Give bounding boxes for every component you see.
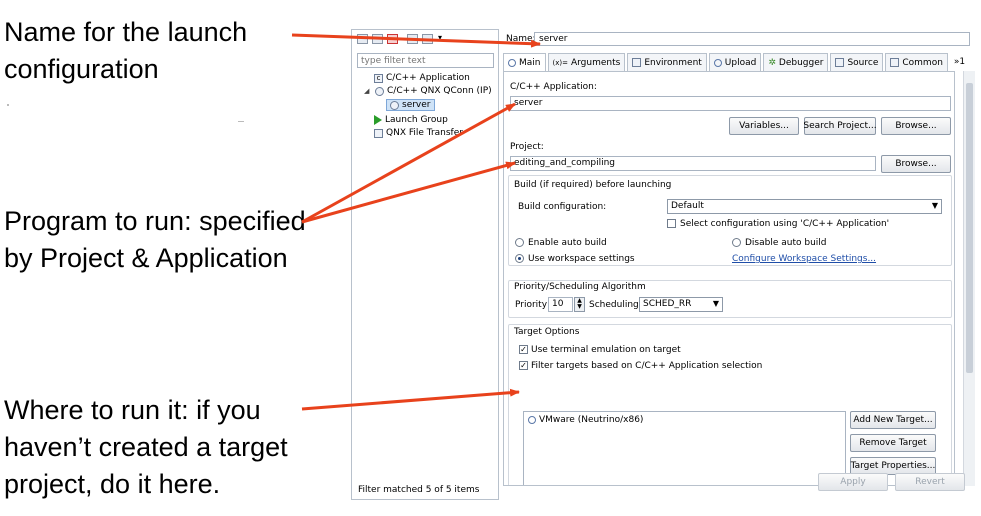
target-list[interactable]: VMware (Neutrino/x86) [523, 411, 846, 485]
scheduling-select[interactable]: SCHED_RR ▼ [639, 297, 723, 312]
tab-source[interactable]: Source [830, 53, 884, 71]
common-icon [890, 58, 900, 67]
tree-item-label: QNX File Transfer [386, 128, 463, 138]
tree-item-label: C/C++ QNX QConn (IP) [387, 86, 492, 96]
target-options-title: Target Options [514, 327, 580, 337]
tree-expand-icon[interactable]: ◢ [364, 87, 372, 95]
tree-item-label: Launch Group [385, 115, 448, 125]
priority-spinner[interactable]: ▲ ▼ [574, 297, 585, 312]
browse-project-button[interactable]: Browse... [881, 155, 951, 173]
add-target-button[interactable]: Add New Target... [850, 411, 936, 429]
c-file-icon: c [374, 73, 383, 83]
delete-config-icon[interactable] [387, 34, 398, 44]
annotation-program-to-run: Program to run: specified by Project & A… [4, 206, 306, 273]
priority-input[interactable]: 10 [548, 297, 573, 312]
tree-item-label: server [402, 100, 431, 110]
project-input[interactable]: editing_and_compiling [510, 156, 876, 171]
qnx-launch-icon [375, 86, 384, 96]
build-group-title: Build (if required) before launching [514, 180, 672, 190]
apply-button[interactable]: Apply [818, 473, 888, 491]
build-config-label: Build configuration: [518, 202, 607, 212]
upload-icon [713, 58, 722, 67]
new-config-icon[interactable] [357, 34, 368, 44]
tree-item-launch-group[interactable]: Launch Group [374, 115, 448, 125]
chevron-down-icon[interactable]: ▾ [438, 33, 442, 42]
tree-item-server[interactable]: server [386, 99, 435, 111]
config-tabs: Main (x)= Arguments Environment Upload ✲ D… [503, 53, 973, 71]
tree-item-qnx-qconn[interactable]: ◢ C/C++ QNX QConn (IP) [364, 86, 492, 96]
main-tab-content: C/C++ Application: server Variables... S… [503, 71, 955, 486]
collapse-all-icon[interactable] [407, 34, 418, 44]
variables-button[interactable]: Variables... [729, 117, 799, 135]
priority-label: Priority [515, 300, 548, 310]
filter-targets-label: Filter targets based on C/C++ Applicatio… [531, 361, 763, 371]
target-icon [528, 416, 536, 424]
bug-icon: ✲ [768, 57, 776, 68]
main-tab-icon [508, 58, 516, 67]
tab-upload[interactable]: Upload [708, 53, 762, 71]
annotation-where-to-run: Where to run it: if you haven’t created … [4, 395, 288, 499]
tab-arguments[interactable]: (x)= Arguments [547, 53, 626, 71]
enable-auto-build-label: Enable auto build [528, 238, 607, 248]
run-icon [374, 115, 382, 125]
terminal-emulation-label: Use terminal emulation on target [531, 345, 681, 355]
project-label: Project: [510, 142, 544, 152]
use-workspace-settings-label: Use workspace settings [528, 254, 635, 264]
tab-environment[interactable]: Environment [627, 53, 707, 71]
launch-config-editor: Name: server Main (x)= Arguments Environm… [503, 29, 975, 500]
chevron-down-icon: ▼ [712, 299, 719, 308]
file-transfer-icon [374, 128, 383, 138]
filter-input[interactable] [357, 53, 494, 68]
stray-mark [7, 104, 9, 106]
source-icon [835, 58, 845, 67]
filter-targets-checkbox[interactable]: ✓ [519, 361, 528, 370]
use-workspace-settings-radio[interactable] [515, 254, 524, 263]
scroll-thumb[interactable] [966, 83, 973, 373]
environment-icon [632, 58, 642, 67]
tab-overflow[interactable]: »1 [950, 53, 969, 71]
revert-button[interactable]: Revert [895, 473, 965, 491]
browse-app-button[interactable]: Browse... [881, 117, 951, 135]
launch-config-tree-pane: ▾ c C/C++ Application ◢ C/C++ QNX QConn … [351, 29, 499, 500]
duplicate-config-icon[interactable] [372, 34, 383, 44]
priority-group-title: Priority/Scheduling Algorithm [514, 282, 646, 292]
chevron-down-icon: ▼ [931, 201, 938, 210]
arguments-icon: (x)= [552, 58, 568, 67]
filter-icon[interactable] [422, 34, 433, 44]
tab-main[interactable]: Main [503, 53, 546, 71]
configure-workspace-link[interactable]: Configure Workspace Settings... [732, 254, 876, 264]
cpp-app-input[interactable]: server [510, 96, 951, 111]
cpp-app-label: C/C++ Application: [510, 82, 597, 92]
tree-item-qnx-file-transfer[interactable]: QNX File Transfer [374, 128, 494, 138]
name-label: Name: [506, 34, 536, 44]
terminal-emulation-checkbox[interactable]: ✓ [519, 345, 528, 354]
tree-item-label: C/C++ Application [386, 73, 470, 83]
qnx-launch-icon [390, 100, 399, 110]
disable-auto-build-radio[interactable] [732, 238, 741, 247]
disable-auto-build-label: Disable auto build [745, 238, 827, 248]
tree-item-cpp-application[interactable]: c C/C++ Application [374, 73, 470, 83]
stray-mark [238, 121, 244, 122]
select-config-label: Select configuration using 'C/C++ Applic… [680, 219, 890, 229]
remove-target-button[interactable]: Remove Target [850, 434, 936, 452]
config-name-input[interactable]: server [534, 32, 970, 46]
tab-debugger[interactable]: ✲ Debugger [763, 53, 829, 71]
annotation-name-config: Name for the launch configuration [4, 17, 248, 84]
target-item[interactable]: VMware (Neutrino/x86) [528, 415, 643, 425]
vertical-scrollbar[interactable] [963, 71, 975, 486]
tab-common[interactable]: Common [885, 53, 948, 71]
select-config-checkbox[interactable] [667, 219, 676, 228]
build-config-select[interactable]: Default ▼ [667, 199, 942, 214]
enable-auto-build-radio[interactable] [515, 238, 524, 247]
search-project-button[interactable]: Search Project... [803, 117, 877, 135]
scheduling-label: Scheduling [589, 300, 639, 310]
filter-status-text: Filter matched 5 of 5 items [358, 485, 480, 495]
